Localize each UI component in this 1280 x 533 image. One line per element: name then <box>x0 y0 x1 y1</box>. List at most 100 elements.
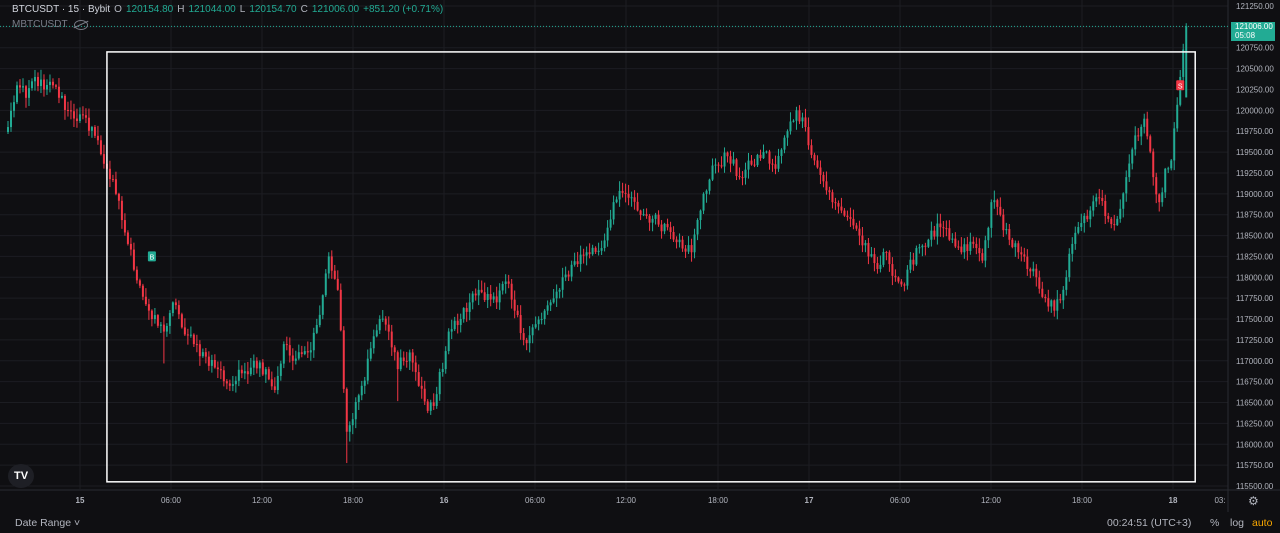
candle-body <box>783 137 786 150</box>
candle-body <box>621 190 624 193</box>
price-axis[interactable]: 115500.00 115750.00 116000.00 116250.00 1165… <box>1236 2 1274 491</box>
open-value: 120154.80 <box>125 4 174 15</box>
candle-body <box>1047 298 1050 307</box>
candle-body <box>87 117 90 131</box>
candle-body <box>501 284 504 291</box>
candle-body <box>861 235 864 246</box>
candle-body <box>453 320 456 330</box>
candle-body <box>417 372 420 386</box>
candle-body <box>294 358 297 361</box>
clock-readout[interactable]: 00:24:51 (UTC+3) <box>1107 517 1191 529</box>
candle-body <box>168 313 171 326</box>
candle-body <box>1077 227 1080 233</box>
gear-icon[interactable]: ⚙ <box>1248 494 1259 508</box>
candle-body <box>567 274 570 277</box>
candle-body <box>174 302 177 306</box>
candle-body <box>633 197 636 202</box>
candle-body <box>780 149 783 156</box>
price-tick-label: 119750.00 <box>1236 127 1274 136</box>
candle-body <box>918 247 921 249</box>
candle-body <box>864 242 867 246</box>
tradingview-logo-icon[interactable]: TV <box>8 464 34 488</box>
candle-body <box>123 220 126 233</box>
candle-body <box>810 145 813 155</box>
candle-body <box>303 351 306 355</box>
candle-body <box>723 152 726 167</box>
candle-body <box>945 228 948 230</box>
time-axis[interactable]: 15 06:00 12:00 18:00 16 06:00 12:00 18:00 17 06:0… <box>76 496 1226 505</box>
candle-body <box>855 225 858 229</box>
candle-body <box>630 197 633 199</box>
candle-body <box>1176 104 1179 129</box>
candle-body <box>234 380 237 385</box>
candle-body <box>756 154 759 166</box>
candle-body <box>702 193 705 211</box>
candle-body <box>21 86 24 88</box>
candle-body <box>921 245 924 248</box>
candle-body <box>1185 26 1188 98</box>
candle-body <box>594 247 597 252</box>
log-scale-toggle[interactable]: log <box>1230 517 1244 529</box>
candle-body <box>1098 197 1101 199</box>
price-tick-label: 116000.00 <box>1236 440 1274 449</box>
candle-body <box>372 336 375 349</box>
candle-body <box>657 214 660 225</box>
candle-body <box>933 230 936 237</box>
time-tick-label: 12:00 <box>981 496 1002 505</box>
candle-body <box>903 284 906 286</box>
candle-body <box>444 351 447 370</box>
buy-marker-label: B <box>150 254 155 261</box>
candle-body <box>1038 277 1041 289</box>
candle-body <box>1158 194 1161 203</box>
candle-body <box>1059 299 1062 301</box>
price-tick-label: 120750.00 <box>1236 44 1274 53</box>
candle-body <box>654 214 657 219</box>
candle-body <box>1092 201 1095 211</box>
candle-body <box>81 114 84 116</box>
candle-body <box>345 388 348 432</box>
price-tick-label: 115500.00 <box>1236 482 1274 491</box>
candle-body <box>378 319 381 331</box>
candle-body <box>1014 243 1017 248</box>
candle-body <box>534 324 537 328</box>
auto-scale-toggle[interactable]: auto <box>1252 517 1272 529</box>
candle-body <box>504 281 507 285</box>
percent-scale-toggle[interactable]: % <box>1210 517 1219 529</box>
candle-body <box>882 252 885 265</box>
price-tick-label: 118250.00 <box>1236 252 1274 261</box>
candle-body <box>408 352 411 362</box>
low-key: L <box>239 4 246 15</box>
candle-body <box>846 215 849 218</box>
candle-body <box>240 369 243 374</box>
candle-body <box>771 163 774 165</box>
candle-body <box>204 352 207 357</box>
candle-body <box>615 199 618 203</box>
candle-body <box>726 152 729 157</box>
candle-body <box>1131 149 1134 164</box>
candle-body <box>972 241 975 244</box>
candle-body <box>696 219 699 235</box>
candle-body <box>510 283 513 300</box>
time-tick-label: 18 <box>1169 496 1178 505</box>
candle-body <box>114 179 117 194</box>
price-chart[interactable]: B S 115500.00115750.00116000.00116250.001… <box>0 0 1280 512</box>
candle-body <box>387 324 390 332</box>
sell-marker-label: S <box>1178 83 1183 90</box>
indicator-legend[interactable]: MBTCUSDT <box>12 19 88 30</box>
candle-body <box>777 155 780 169</box>
time-tick-label: 06:00 <box>161 496 182 505</box>
symbol-title[interactable]: BTCUSDT · 15 · Bybit <box>12 4 110 15</box>
candle-body <box>1137 135 1140 137</box>
date-range-button[interactable]: Date Range ˅ <box>15 517 80 529</box>
candle-body <box>519 315 522 334</box>
candle-body <box>225 381 228 384</box>
candle-body <box>984 240 987 261</box>
candle-body <box>936 223 939 237</box>
candle-body <box>159 324 162 326</box>
eye-hidden-icon[interactable] <box>73 19 88 30</box>
candle-body <box>1032 268 1035 272</box>
candle-body <box>963 244 966 253</box>
candle-body <box>327 256 330 274</box>
candle-body <box>555 291 558 299</box>
candle-body <box>942 227 945 229</box>
